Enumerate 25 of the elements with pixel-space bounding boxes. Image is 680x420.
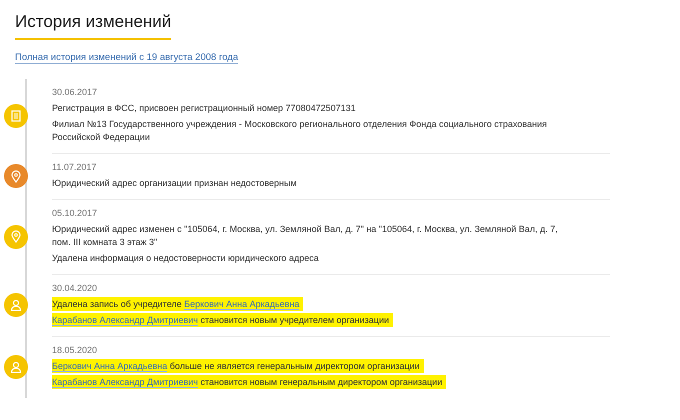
person-link[interactable]: Беркович Анна Аркадьевна: [184, 299, 300, 310]
event-date: 30.06.2017: [52, 87, 98, 97]
event-text: Юридический адрес изменен с "105064, г. Москва, ул. Земляной Вал, д. 7" на "105064, г. Москва, ул. Земляной Вал, д. 7, пом. III комната 3 этаж 3": [52, 224, 558, 247]
event-date: 30.04.2020: [52, 283, 98, 293]
section-title: История изменений: [15, 12, 172, 40]
event-text: Регистрация в ФСС, присвоен регистрационный номер 77080472507131: [52, 103, 356, 113]
location-pin-icon: [10, 170, 22, 182]
location-pin-icon: [10, 230, 22, 243]
highlighted-text: Карабанов Александр Дмитриевич становится новым учредителем организации: [52, 313, 393, 327]
highlighted-text: Удалена запись об учредителе Беркович Анна Аркадьевна: [52, 297, 304, 311]
highlighted-text: Карабанов Александр Дмитриевич становится новым генеральным директором организации: [52, 375, 446, 389]
event-text: Юридический адрес организации признан недостоверным: [52, 178, 297, 188]
history-link[interactable]: Полная история изменений с 19 августа 2008 года: [15, 52, 238, 64]
person-link[interactable]: Карабанов Александр Дмитриевич: [52, 377, 198, 388]
event-date: 11.07.2017: [52, 162, 98, 172]
event-date: 18.05.2020: [52, 345, 98, 355]
document-icon: [10, 110, 22, 122]
person-link[interactable]: Карабанов Александр Дмитриевич: [52, 315, 198, 326]
highlighted-text: Беркович Анна Аркадьевна больше не является генеральным директором организации: [52, 359, 424, 373]
event-text: Филиал №13 Государственного учреждения - Московского регионального отделения Фонда социального страхования Российской Федерации: [52, 119, 547, 142]
person-icon: [10, 299, 22, 311]
event-date: 05.10.2017: [52, 208, 98, 218]
person-link[interactable]: Беркович Анна Аркадьевна: [52, 361, 168, 372]
event-text: Удалена информация о недостоверности юридического адреса: [52, 253, 319, 263]
person-icon: [10, 361, 22, 373]
